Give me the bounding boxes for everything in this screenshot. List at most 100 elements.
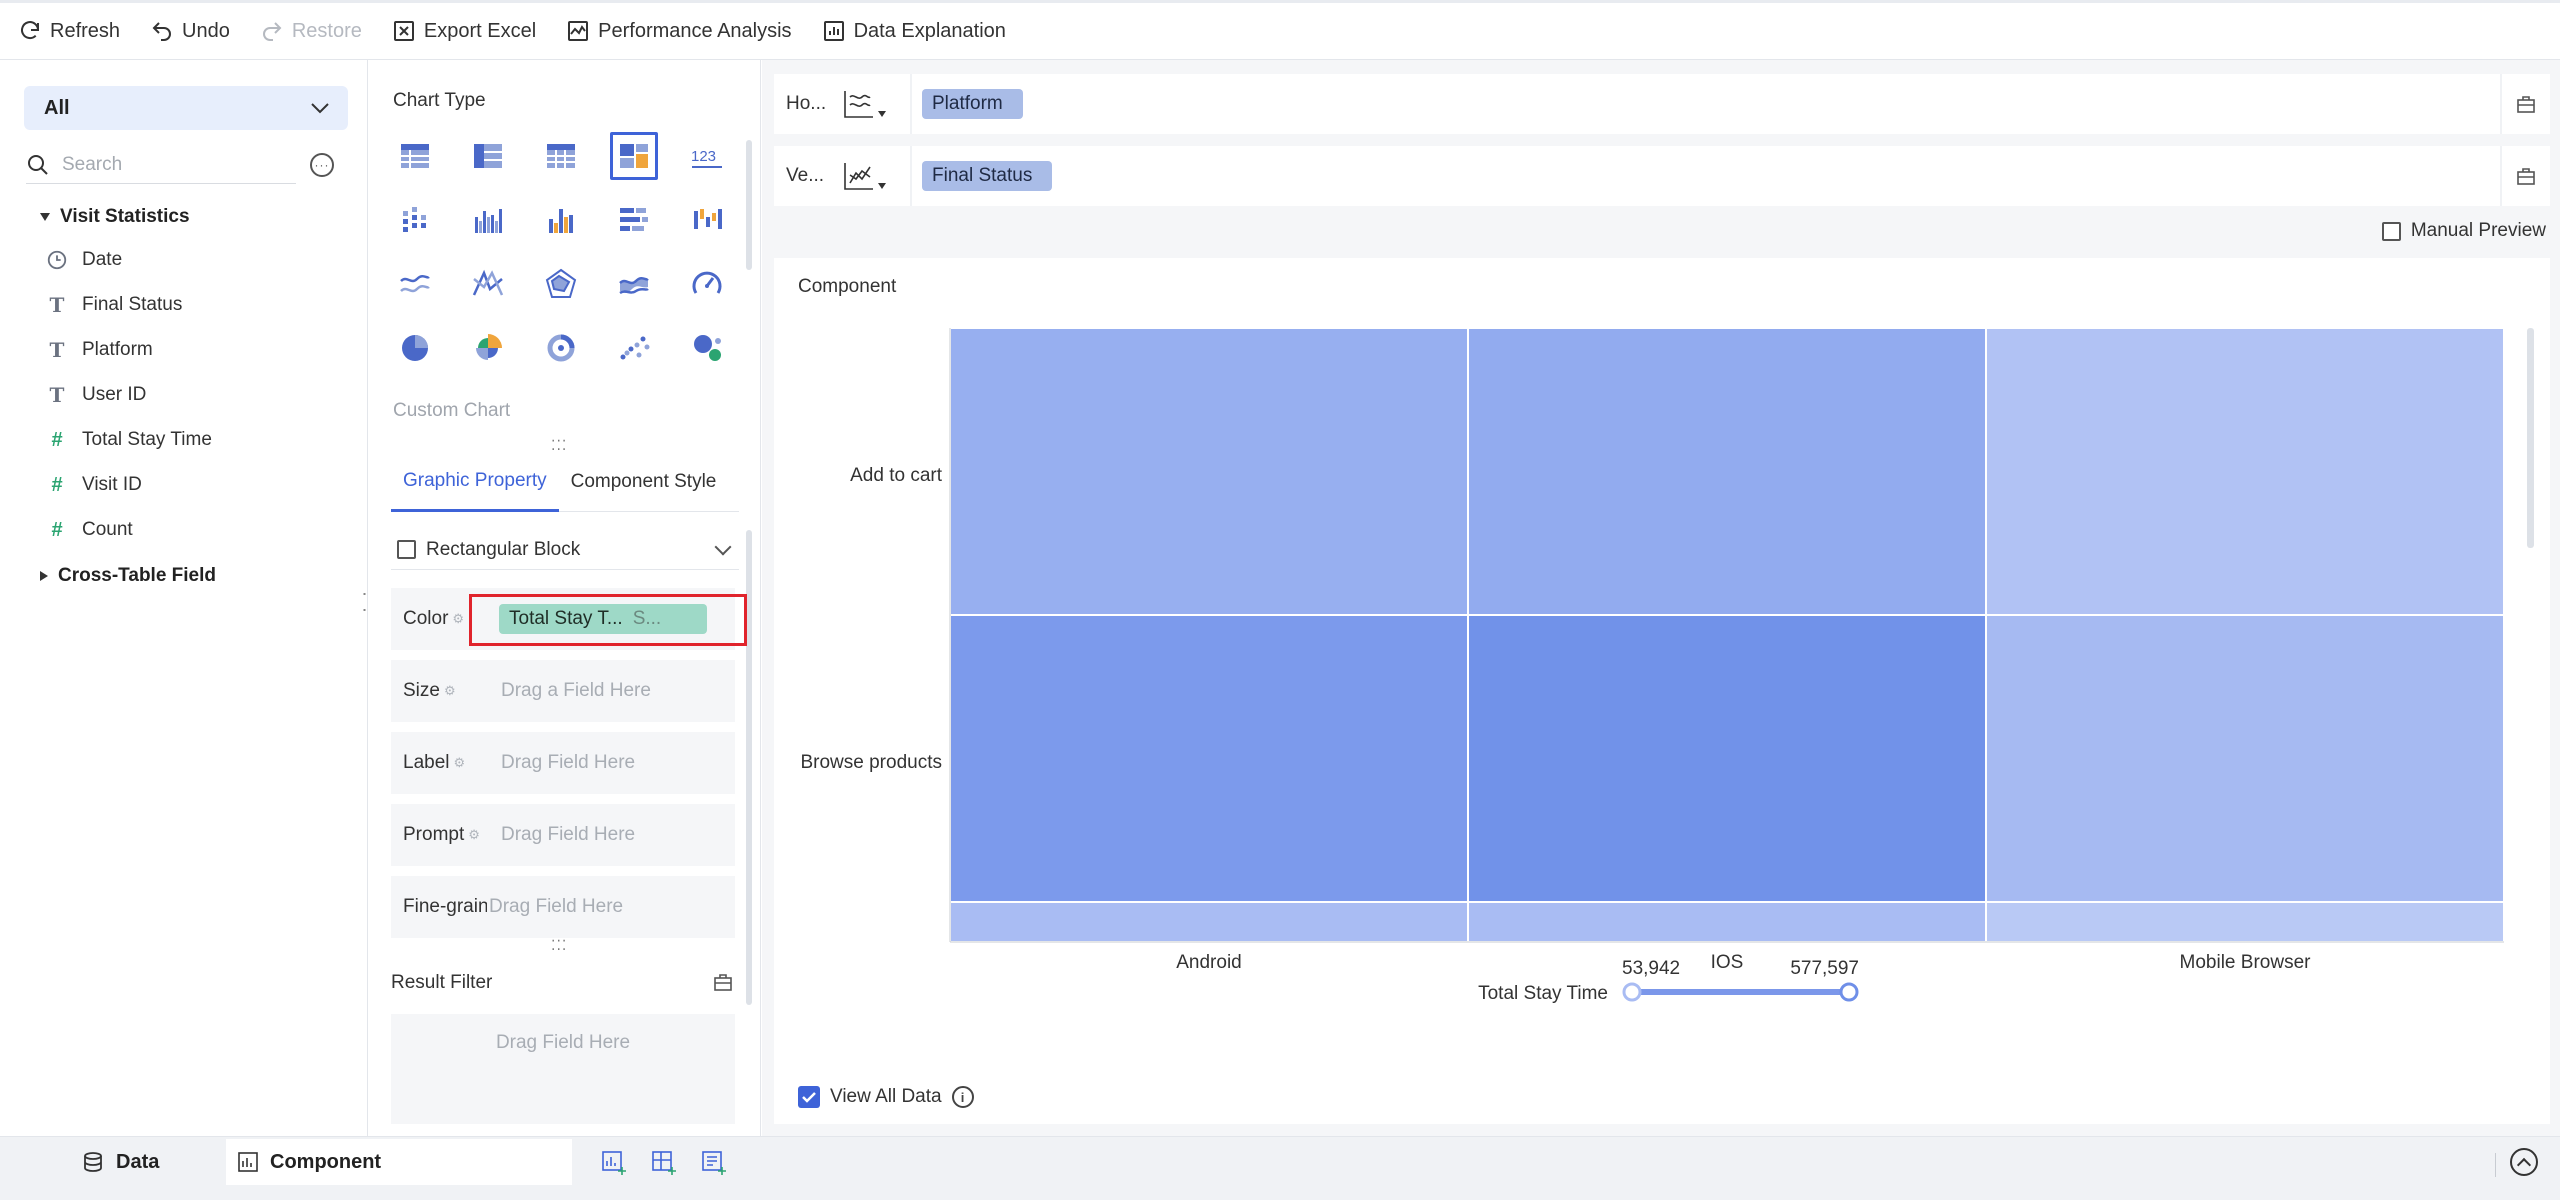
chart-type-bubble[interactable]	[683, 324, 731, 372]
horizontal-axis-drop-zone[interactable]: Platform	[910, 74, 2500, 134]
horizontal-axis-type-dropdown[interactable]	[834, 89, 904, 119]
section-resize-handle[interactable]: ⁚⁚⁚	[551, 938, 567, 952]
chart-type-line[interactable]	[391, 260, 439, 308]
size-drop-zone[interactable]: Drag a Field Here	[501, 680, 651, 702]
chart-type-horizontal-bar[interactable]	[610, 196, 658, 244]
gear-icon[interactable]: ⚙	[454, 755, 466, 771]
size-property-label: Size ⚙	[391, 680, 487, 702]
refresh-icon	[21, 21, 39, 40]
view-all-data-toggle[interactable]: View All Data i	[798, 1086, 974, 1108]
field-item-label: Visit ID	[82, 474, 142, 495]
add-report-icon[interactable]	[700, 1149, 728, 1177]
chart-type-grouped-bar[interactable]	[464, 196, 512, 244]
chart-type-scatter[interactable]	[610, 324, 658, 372]
undo-button[interactable]: Undo	[150, 19, 230, 43]
sparkline-icon	[472, 269, 504, 296]
field-item-user-id[interactable]: T User ID	[46, 380, 147, 410]
field-item-count[interactable]: # Count	[46, 515, 132, 545]
vertical-axis-field-pill[interactable]: Final Status	[922, 161, 1053, 191]
horizontal-axis-settings[interactable]	[2500, 74, 2550, 134]
more-options-icon[interactable]: ···	[310, 153, 334, 177]
chart-type-gauge[interactable]	[683, 260, 731, 308]
chart-type-kpi[interactable]: 123	[683, 132, 731, 180]
section-resize-handle[interactable]: ⁚⁚⁚	[551, 438, 567, 452]
vertical-axis-settings[interactable]	[2500, 146, 2550, 206]
chart-type-radar-line[interactable]	[464, 260, 512, 308]
dataset-select[interactable]: All	[24, 86, 348, 130]
tab-graphic-property[interactable]: Graphic Property	[391, 452, 559, 512]
chevron-down-icon[interactable]	[714, 538, 732, 555]
field-item-label: Platform	[82, 339, 153, 360]
refresh-button[interactable]: Refresh	[18, 19, 120, 43]
chart-type-waterfall[interactable]	[683, 196, 731, 244]
prompt-drop-zone[interactable]: Drag Field Here	[501, 824, 635, 846]
heatmap-cell	[949, 327, 1469, 616]
data-explanation-button[interactable]: Data Explanation	[822, 19, 1006, 43]
performance-analysis-button[interactable]: Performance Analysis	[566, 19, 792, 43]
add-sheet-icons	[600, 1149, 728, 1177]
chart-type-rectangular-block[interactable]	[610, 132, 658, 180]
heatmap-cell	[1985, 327, 2505, 616]
result-filter-placeholder: Drag Field Here	[495, 1032, 631, 1053]
vertical-axis-type-dropdown[interactable]	[834, 161, 904, 191]
toolbox-icon	[2517, 168, 2535, 185]
custom-chart-label[interactable]: Custom Chart	[393, 400, 510, 422]
chart-type-group-table[interactable]	[464, 132, 512, 180]
result-filter-drop-zone[interactable]: Drag Field Here	[391, 1014, 735, 1124]
tab-data[interactable]: Data	[70, 1139, 171, 1185]
label-label-text: Label	[403, 752, 450, 773]
chart-type-cross-table[interactable]	[537, 132, 585, 180]
vertical-axis-row: Ve... Final Status	[774, 146, 2550, 206]
group-visit-statistics[interactable]: Visit Statistics	[40, 206, 190, 228]
gear-icon[interactable]: ⚙	[468, 827, 480, 843]
field-item-visit-id[interactable]: # Visit ID	[46, 470, 142, 500]
chart-type-dot-bar[interactable]	[391, 196, 439, 244]
view-all-data-label: View All Data	[830, 1086, 942, 1107]
chart-type-rose[interactable]	[464, 324, 512, 372]
chart-type-ring[interactable]	[537, 324, 585, 372]
add-dashboard-icon[interactable]	[650, 1149, 678, 1177]
horizontal-axis-field-pill[interactable]: Platform	[922, 89, 1023, 119]
export-excel-button[interactable]: Export Excel	[392, 19, 536, 43]
caret-down-icon	[878, 111, 886, 117]
chart-type-scrollbar[interactable]	[746, 140, 752, 270]
vertical-axis-drop-zone[interactable]: Final Status	[910, 146, 2500, 206]
field-item-platform[interactable]: T Platform	[46, 335, 153, 365]
manual-preview-toggle[interactable]: Manual Preview	[2381, 220, 2546, 242]
search-input[interactable]: Search	[26, 146, 296, 184]
data-explanation-label: Data Explanation	[853, 19, 1006, 42]
info-icon[interactable]: i	[951, 1086, 974, 1108]
restore-button[interactable]: Restore	[260, 19, 362, 43]
scatter-chart-icon	[620, 336, 650, 360]
fine-grained-drop-zone[interactable]: Drag Field Here	[489, 896, 623, 918]
chart-type-table[interactable]	[391, 132, 439, 180]
number-field-icon: #	[51, 473, 63, 496]
chart-type-bar[interactable]	[537, 196, 585, 244]
collapse-panel-icon[interactable]	[2510, 1148, 2538, 1176]
rectangular-block-label: Rectangular Block	[426, 538, 581, 560]
chart-type-radar[interactable]	[537, 260, 585, 308]
rectangular-block-checkbox[interactable]	[397, 540, 416, 559]
manual-preview-checkbox[interactable]	[2381, 221, 2401, 241]
label-drop-zone[interactable]: Drag Field Here	[501, 752, 635, 774]
chart-type-area[interactable]	[610, 260, 658, 308]
tab-component-style[interactable]: Component Style	[559, 452, 729, 512]
view-all-data-checkbox[interactable]	[798, 1086, 820, 1108]
rectangular-block-row[interactable]: Rectangular Block	[391, 530, 739, 570]
color-label-text: Color	[403, 608, 449, 629]
field-item-date[interactable]: Date	[46, 245, 122, 275]
chevron-down-icon	[311, 103, 329, 114]
search-placeholder: Search	[62, 153, 123, 175]
add-component-icon[interactable]	[600, 1149, 628, 1177]
gear-icon[interactable]: ⚙	[444, 683, 456, 699]
vertical-axis-icon	[844, 163, 873, 190]
group-cross-table-field[interactable]: Cross-Table Field	[40, 565, 216, 587]
filter-settings-icon[interactable]	[713, 972, 733, 992]
prompt-property-row: Prompt ⚙ Drag Field Here	[391, 804, 735, 866]
tab-component[interactable]: Component	[226, 1139, 572, 1185]
field-item-final-status[interactable]: T Final Status	[46, 290, 183, 320]
field-item-total-stay-time[interactable]: # Total Stay Time	[46, 425, 211, 455]
chart-type-pie[interactable]	[391, 324, 439, 372]
gear-icon[interactable]: ⚙	[452, 611, 464, 627]
performance-icon	[568, 21, 589, 41]
